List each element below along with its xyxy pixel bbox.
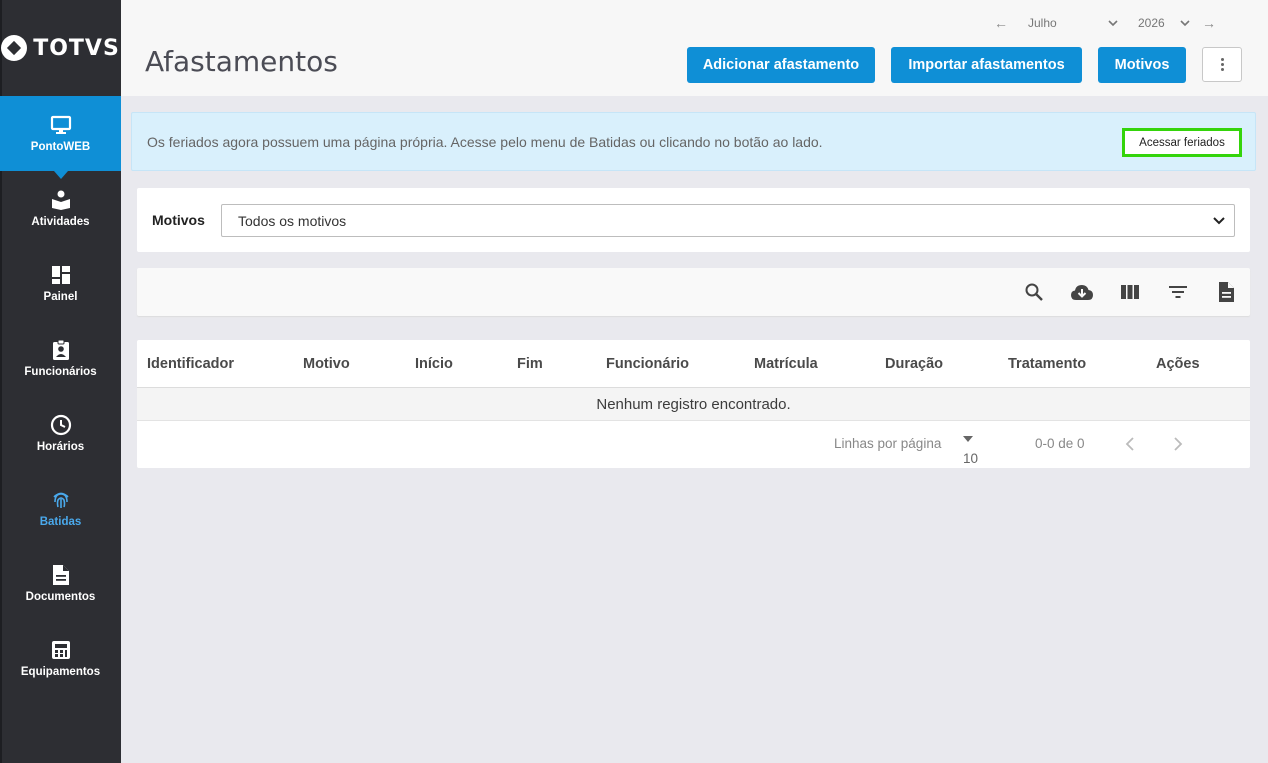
sidebar-item-painel[interactable]: Painel (0, 246, 121, 321)
add-leave-button[interactable]: Adicionar afastamento (687, 47, 875, 83)
empty-state-row: Nenhum registro encontrado. (137, 388, 1250, 421)
monitor-icon (50, 114, 72, 136)
filter-icon[interactable] (1166, 280, 1190, 304)
filter-card: Motivos Todos os motivos (137, 188, 1250, 252)
document-icon (50, 564, 72, 586)
equipment-icon (50, 639, 72, 661)
year-value: 2026 (1138, 16, 1165, 30)
rows-per-page-value: 10 (963, 451, 979, 466)
sidebar-item-horarios[interactable]: Horários (0, 396, 121, 471)
column-header-matricula[interactable]: Matrícula (754, 356, 818, 372)
sidebar-item-label: PontoWEB (30, 141, 91, 153)
month-select[interactable]: Julho (1028, 16, 1118, 30)
banner-message: Os feriados agora possuem uma página pró… (147, 134, 823, 150)
document-icon[interactable] (1214, 280, 1238, 304)
rows-per-page-select[interactable]: 10 (963, 436, 978, 466)
sidebar-item-label: Painel (43, 291, 78, 303)
pagination: Linhas por página 10 0-0 de 0 (137, 421, 1250, 468)
sidebar-item-funcionarios[interactable]: Funcionários (0, 321, 121, 396)
table-header: Identificador Motivo Início Fim Funcioná… (137, 340, 1250, 388)
reasons-button[interactable]: Motivos (1098, 47, 1186, 83)
sidebar-item-label: Batidas (39, 516, 82, 528)
totvs-logo-mark (1, 35, 28, 61)
totvs-logo-text: TOTVS (33, 35, 120, 61)
column-header-inicio[interactable]: Início (415, 356, 453, 372)
column-header-acoes: Ações (1156, 356, 1200, 372)
rows-per-page-label: Linhas por página (834, 436, 942, 451)
sidebar-item-label: Atividades (31, 216, 90, 228)
column-header-tratamento[interactable]: Tratamento (1008, 356, 1086, 372)
sidebar-item-label: Equipamentos (20, 666, 101, 678)
import-leaves-button[interactable]: Importar afastamentos (891, 47, 1082, 83)
column-header-duracao[interactable]: Duração (885, 356, 943, 372)
sidebar-item-pontoweb[interactable]: PontoWEB (0, 96, 121, 179)
more-options-button[interactable] (1202, 47, 1242, 82)
reading-icon (50, 189, 72, 211)
reasons-filter-select[interactable]: Todos os motivos (221, 204, 1235, 237)
period-selector: ← Julho 2026 → (994, 13, 1216, 33)
badge-icon (50, 339, 72, 361)
sidebar: TOTVS PontoWEB Atividades Painel Funcion… (0, 0, 121, 763)
sidebar-item-label: Funcionários (24, 366, 97, 378)
kebab-dot (1220, 68, 1224, 71)
leaves-table: Identificador Motivo Início Fim Funcioná… (137, 340, 1250, 468)
page-header: Afastamentos ← Julho 2026 → Adicionar af… (121, 0, 1268, 96)
pagination-range: 0-0 de 0 (1035, 436, 1085, 451)
columns-icon[interactable] (1118, 280, 1142, 304)
totvs-logo[interactable]: TOTVS (0, 0, 121, 96)
sidebar-item-atividades[interactable]: Atividades (0, 171, 121, 246)
page-title: Afastamentos (145, 45, 338, 78)
caret-down-icon (963, 436, 973, 442)
previous-arrow-icon[interactable]: ← (994, 15, 1008, 31)
chevron-down-icon (1212, 213, 1226, 227)
column-header-identificador[interactable]: Identificador (147, 356, 234, 372)
next-page-icon[interactable] (1173, 437, 1183, 454)
sidebar-item-label: Documentos (25, 591, 96, 603)
sidebar-item-equipamentos[interactable]: Equipamentos (0, 621, 121, 696)
column-header-funcionario[interactable]: Funcionário (606, 356, 689, 372)
sidebar-item-label: Horários (36, 441, 85, 453)
table-toolbar (137, 268, 1250, 316)
reasons-filter-value: Todos os motivos (238, 212, 347, 229)
next-arrow-icon[interactable]: → (1202, 15, 1216, 31)
access-holidays-button[interactable]: Acessar feriados (1122, 128, 1242, 157)
month-value: Julho (1028, 16, 1057, 30)
sidebar-item-documentos[interactable]: Documentos (0, 546, 121, 621)
kebab-menu-icon (1220, 58, 1224, 61)
reasons-filter-label: Motivos (152, 212, 205, 228)
dashboard-icon (50, 264, 72, 286)
search-icon[interactable] (1022, 280, 1046, 304)
column-header-fim[interactable]: Fim (517, 356, 543, 372)
chevron-down-icon (1108, 16, 1118, 30)
chevron-down-icon (1180, 16, 1190, 30)
cloud-download-icon[interactable] (1070, 280, 1094, 304)
column-header-motivo[interactable]: Motivo (303, 356, 350, 372)
clock-icon (50, 414, 72, 436)
fingerprint-icon (50, 489, 72, 511)
sidebar-item-batidas[interactable]: Batidas (0, 471, 121, 546)
kebab-dot (1220, 63, 1224, 66)
year-select[interactable]: 2026 (1138, 16, 1190, 30)
previous-page-icon[interactable] (1125, 437, 1135, 454)
info-banner: Os feriados agora possuem uma página pró… (131, 112, 1256, 171)
